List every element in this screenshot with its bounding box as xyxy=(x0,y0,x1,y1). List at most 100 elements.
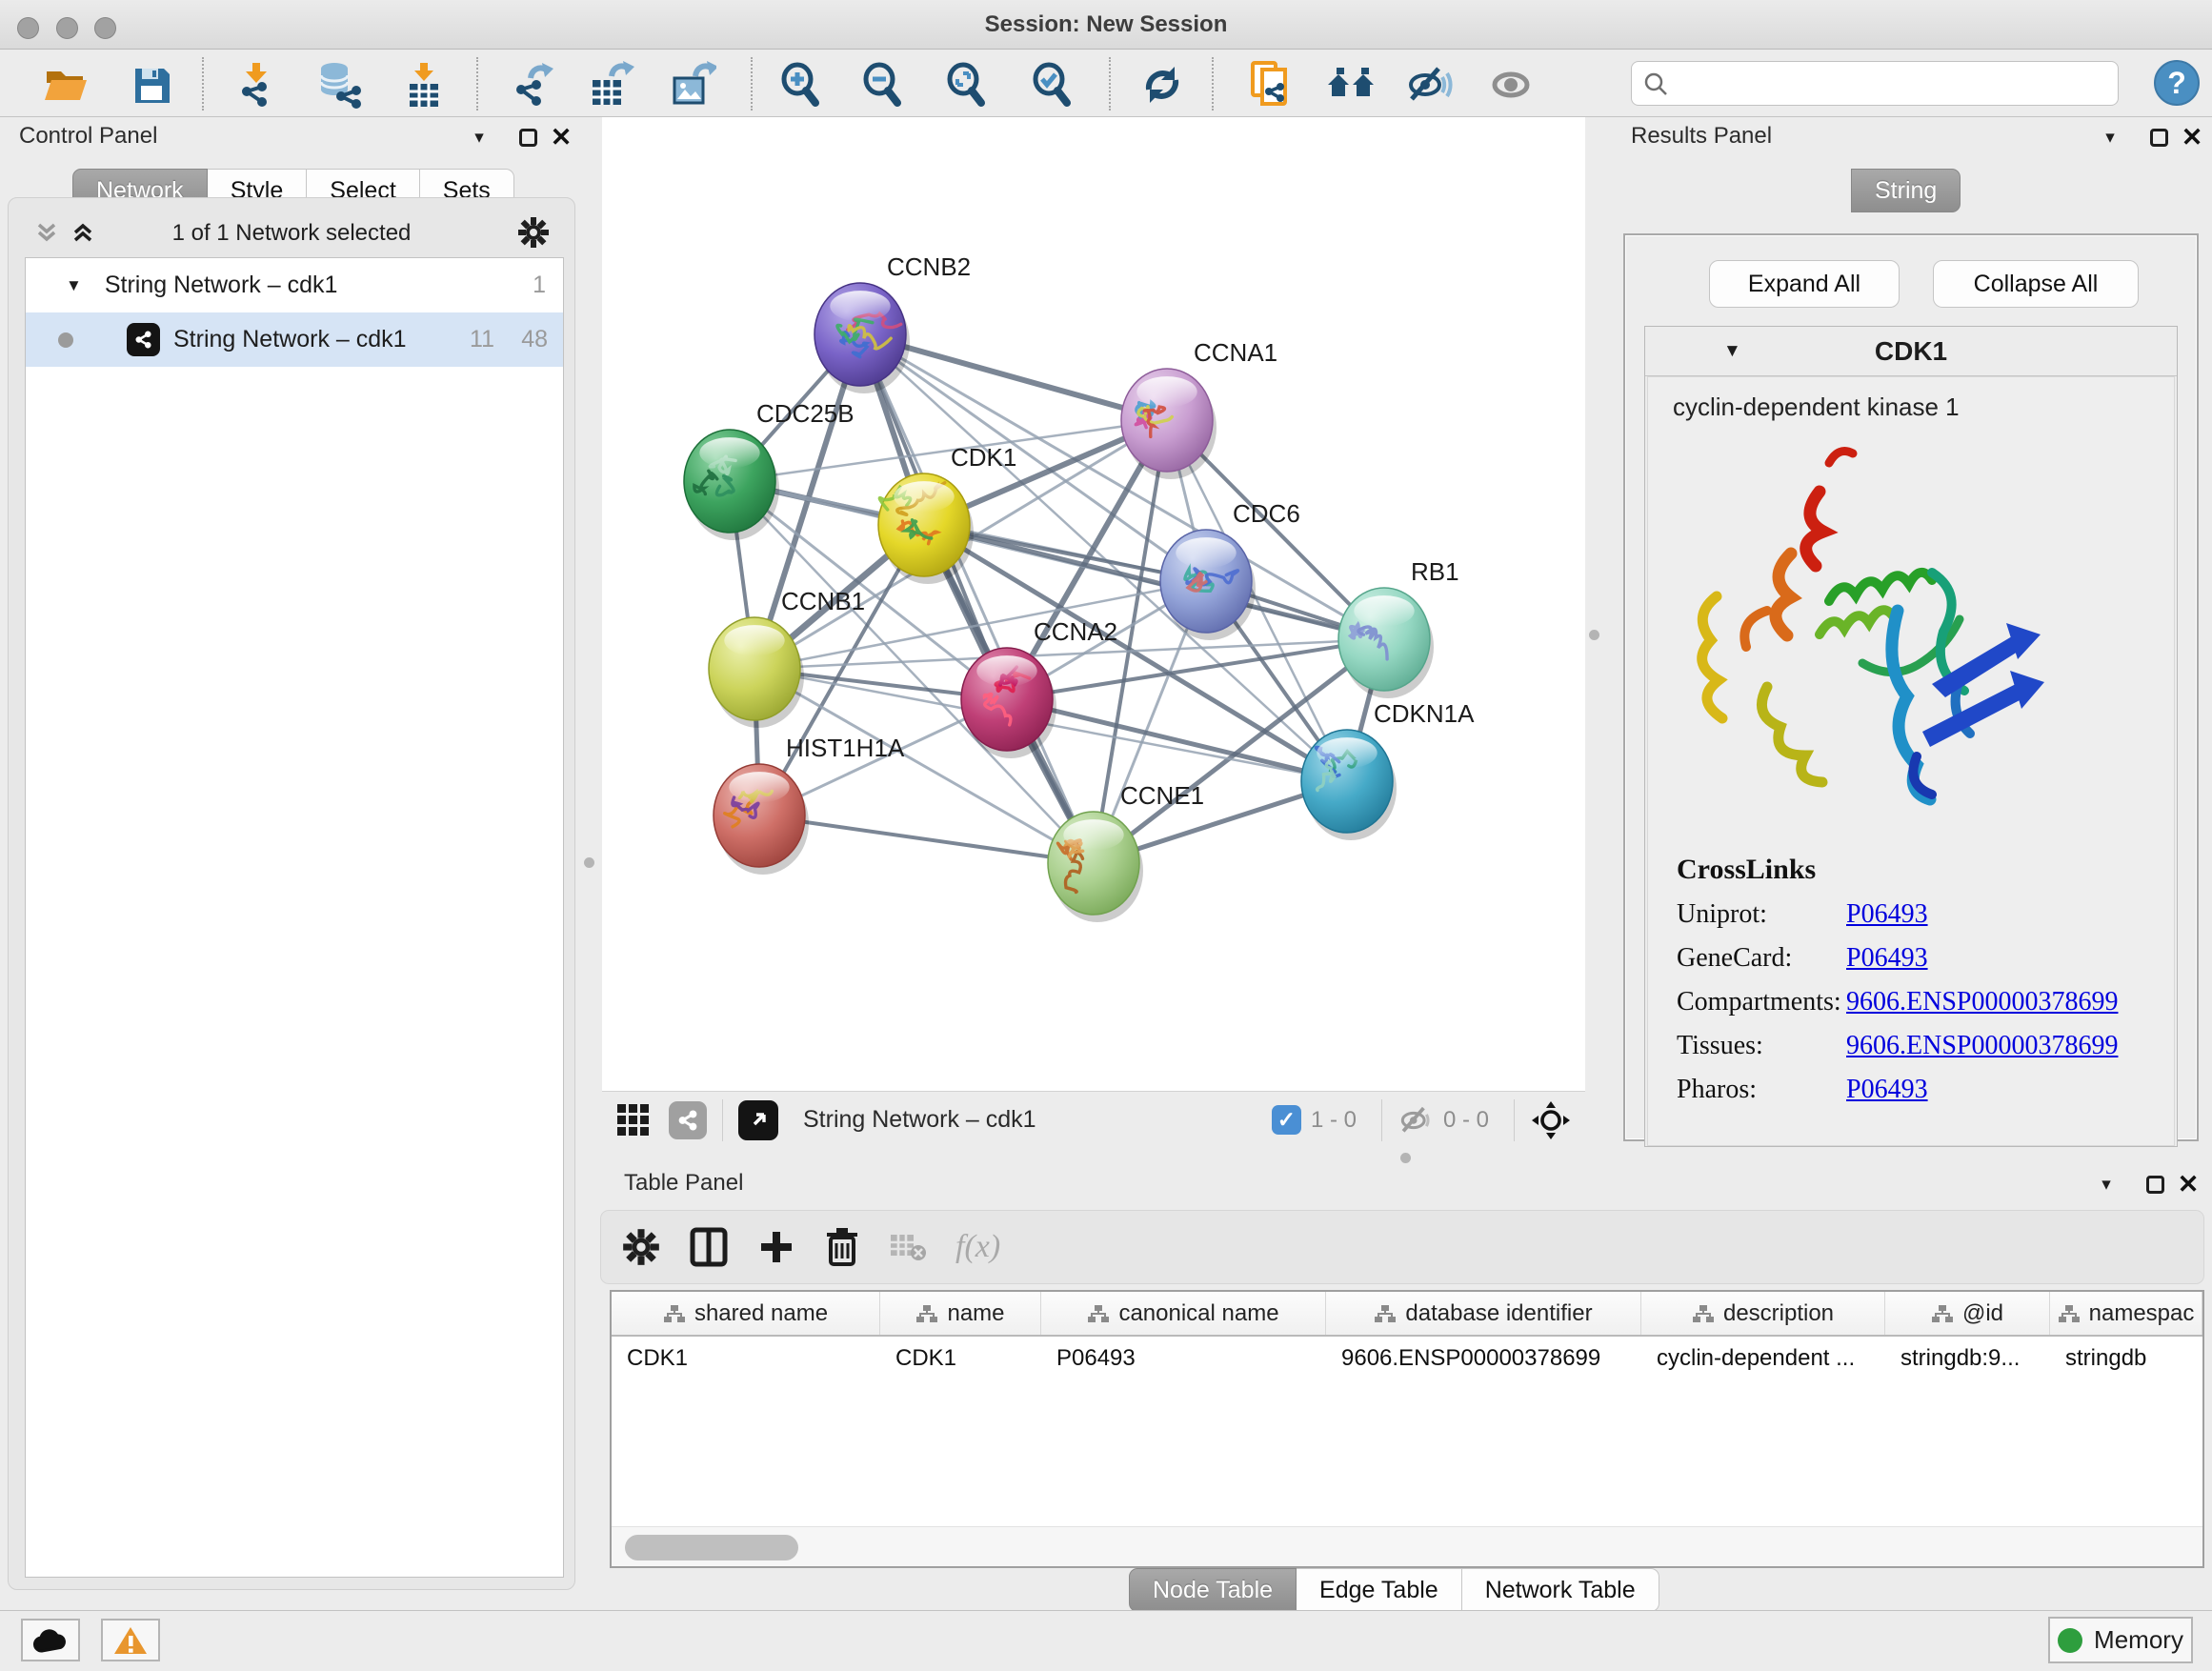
import-table-icon[interactable] xyxy=(396,61,452,109)
collapse-all-button[interactable]: Collapse All xyxy=(1933,260,2139,308)
results-tab-string[interactable]: String xyxy=(1851,169,1961,212)
expand-all-button[interactable]: Expand All xyxy=(1709,260,1900,308)
show-columns-icon[interactable] xyxy=(689,1226,729,1268)
horizontal-splitter-handle[interactable] xyxy=(1400,1153,1411,1163)
help-icon[interactable]: ? xyxy=(2154,60,2200,106)
grid-view-icon[interactable] xyxy=(615,1102,652,1138)
node-label-CCNA1: CCNA1 xyxy=(1194,338,1277,367)
node-CCNB1[interactable] xyxy=(709,617,804,728)
table-options-gear-icon[interactable] xyxy=(622,1228,660,1266)
export-network-icon[interactable] xyxy=(506,61,561,109)
node-CCNA2[interactable] xyxy=(961,648,1056,758)
edge-CCNB2-CCNE1[interactable] xyxy=(860,334,1094,863)
detach-view-icon[interactable] xyxy=(738,1100,778,1140)
table-cell[interactable]: CDK1 xyxy=(880,1337,1041,1380)
zoom-in-icon[interactable] xyxy=(773,61,828,109)
import-network-icon[interactable] xyxy=(229,61,284,109)
left-splitter-handle[interactable] xyxy=(584,857,594,868)
network-canvas[interactable]: CCNB2CCNA1CDC25BCDK1CDC6RB1CCNB1CCNA2CDK… xyxy=(602,117,1585,1091)
node-CCNB2[interactable] xyxy=(814,283,910,393)
table-panel-maximize-icon[interactable] xyxy=(2141,1170,2169,1198)
control-panel-float-icon[interactable]: ▾ xyxy=(465,123,493,151)
node-CDKN1A[interactable] xyxy=(1301,730,1397,840)
crosslink-link[interactable]: P06493 xyxy=(1846,943,1928,974)
first-neighbors-icon[interactable] xyxy=(1243,61,1298,109)
save-icon[interactable] xyxy=(124,61,179,109)
export-image-icon[interactable] xyxy=(665,61,720,109)
window-zoom-circle[interactable] xyxy=(94,17,116,39)
zoom-out-icon[interactable] xyxy=(855,61,910,109)
table-panel-close-icon[interactable]: ✕ xyxy=(2174,1170,2202,1198)
open-folder-icon[interactable] xyxy=(38,61,93,109)
network-collection-row[interactable]: ▼ String Network – cdk1 1 xyxy=(26,258,563,312)
crosslink-link[interactable]: 9606.ENSP00000378699 xyxy=(1846,1031,2118,1061)
node-CCNE1[interactable] xyxy=(1048,812,1143,922)
control-panel-close-icon[interactable]: ✕ xyxy=(547,123,575,151)
hide-graphics-icon[interactable] xyxy=(1401,61,1457,109)
table-cell[interactable]: cyclin-dependent ... xyxy=(1641,1337,1885,1380)
node-CDK1[interactable] xyxy=(878,473,974,584)
network-row[interactable]: String Network – cdk1 11 48 xyxy=(26,312,563,367)
section-collapse-icon[interactable]: ▼ xyxy=(1723,341,1741,362)
node-RB1[interactable] xyxy=(1338,588,1434,698)
cloud-button[interactable] xyxy=(21,1619,80,1661)
crosslink-link[interactable]: P06493 xyxy=(1846,1075,1928,1105)
table-tab-edge-table[interactable]: Edge Table xyxy=(1297,1568,1462,1612)
delete-column-trash-icon[interactable] xyxy=(824,1226,860,1268)
node-CDC25B[interactable] xyxy=(684,430,779,540)
create-column-plus-icon[interactable] xyxy=(757,1228,795,1266)
table-cell[interactable]: CDK1 xyxy=(612,1337,880,1380)
column-header-database-identifier[interactable]: database identifier xyxy=(1326,1292,1641,1335)
control-panel-maximize-icon[interactable] xyxy=(513,123,542,151)
houses-icon[interactable] xyxy=(1323,61,1378,109)
table-tab-node-table[interactable]: Node Table xyxy=(1129,1568,1297,1612)
results-panel-close-icon[interactable]: ✕ xyxy=(2178,123,2206,151)
results-panel-tab-string[interactable]: String xyxy=(1851,169,1961,212)
apply-layout-icon[interactable] xyxy=(1135,61,1190,109)
column-header-@id[interactable]: @id xyxy=(1885,1292,2050,1335)
results-panel-maximize-icon[interactable] xyxy=(2144,123,2173,151)
crosslink-link[interactable]: 9606.ENSP00000378699 xyxy=(1846,987,2118,1017)
search-box[interactable] xyxy=(1631,61,2119,106)
warning-button[interactable] xyxy=(101,1619,160,1661)
gene-section-header[interactable]: ▼ CDK1 xyxy=(1645,327,2177,376)
table-cell[interactable]: 9606.ENSP00000378699 xyxy=(1326,1337,1641,1380)
node-CCNA1[interactable] xyxy=(1121,369,1217,479)
crosslink-link[interactable]: P06493 xyxy=(1846,899,1928,930)
table-panel-float-icon[interactable]: ▾ xyxy=(2092,1170,2121,1198)
table-cell[interactable]: stringdb:9... xyxy=(1885,1337,2050,1380)
node-HIST1H1A[interactable] xyxy=(714,764,809,875)
selected-checkbox-icon[interactable]: ✓ xyxy=(1272,1105,1301,1135)
column-header-shared-name[interactable]: shared name xyxy=(612,1292,880,1335)
column-header-name[interactable]: name xyxy=(880,1292,1041,1335)
node-table[interactable]: shared namenamecanonical namedatabase id… xyxy=(610,1290,2204,1568)
show-graphics-icon[interactable] xyxy=(1483,61,1538,109)
column-header-canonical-name[interactable]: canonical name xyxy=(1041,1292,1326,1335)
node-label-HIST1H1A: HIST1H1A xyxy=(786,734,905,762)
export-table-icon[interactable] xyxy=(583,61,638,109)
tree-expander-icon[interactable]: ▼ xyxy=(66,276,82,295)
search-input[interactable] xyxy=(1678,70,2106,97)
birds-eye-navigator-icon[interactable] xyxy=(1530,1099,1572,1141)
scrollbar-thumb[interactable] xyxy=(625,1535,798,1560)
window-minimize-circle[interactable] xyxy=(56,17,78,39)
network-selection-status: 1 of 1 Network selected xyxy=(9,220,574,247)
table-horizontal-scrollbar[interactable] xyxy=(612,1526,2202,1566)
import-database-icon[interactable] xyxy=(312,61,368,109)
window-close-circle[interactable] xyxy=(17,17,39,39)
column-header-description[interactable]: description xyxy=(1641,1292,1885,1335)
results-panel-float-icon[interactable]: ▾ xyxy=(2096,123,2124,151)
delete-table-icon-disabled xyxy=(889,1231,927,1263)
right-splitter-handle[interactable] xyxy=(1589,630,1599,640)
network-options-gear-icon[interactable] xyxy=(517,216,550,249)
table-cell[interactable]: P06493 xyxy=(1041,1337,1326,1380)
memory-button[interactable]: Memory xyxy=(2048,1617,2193,1663)
table-cell[interactable]: stringdb xyxy=(2050,1337,2202,1380)
table-row[interactable]: CDK1CDK1P064939606.ENSP00000378699cyclin… xyxy=(612,1337,2202,1380)
network-share-view-icon[interactable] xyxy=(669,1101,707,1139)
table-tab-network-table[interactable]: Network Table xyxy=(1462,1568,1659,1612)
column-header-namespac[interactable]: namespac xyxy=(2050,1292,2202,1335)
edge-HIST1H1A-CCNE1[interactable] xyxy=(759,815,1094,863)
zoom-fit-icon[interactable] xyxy=(938,61,994,109)
zoom-selected-icon[interactable] xyxy=(1024,61,1079,109)
